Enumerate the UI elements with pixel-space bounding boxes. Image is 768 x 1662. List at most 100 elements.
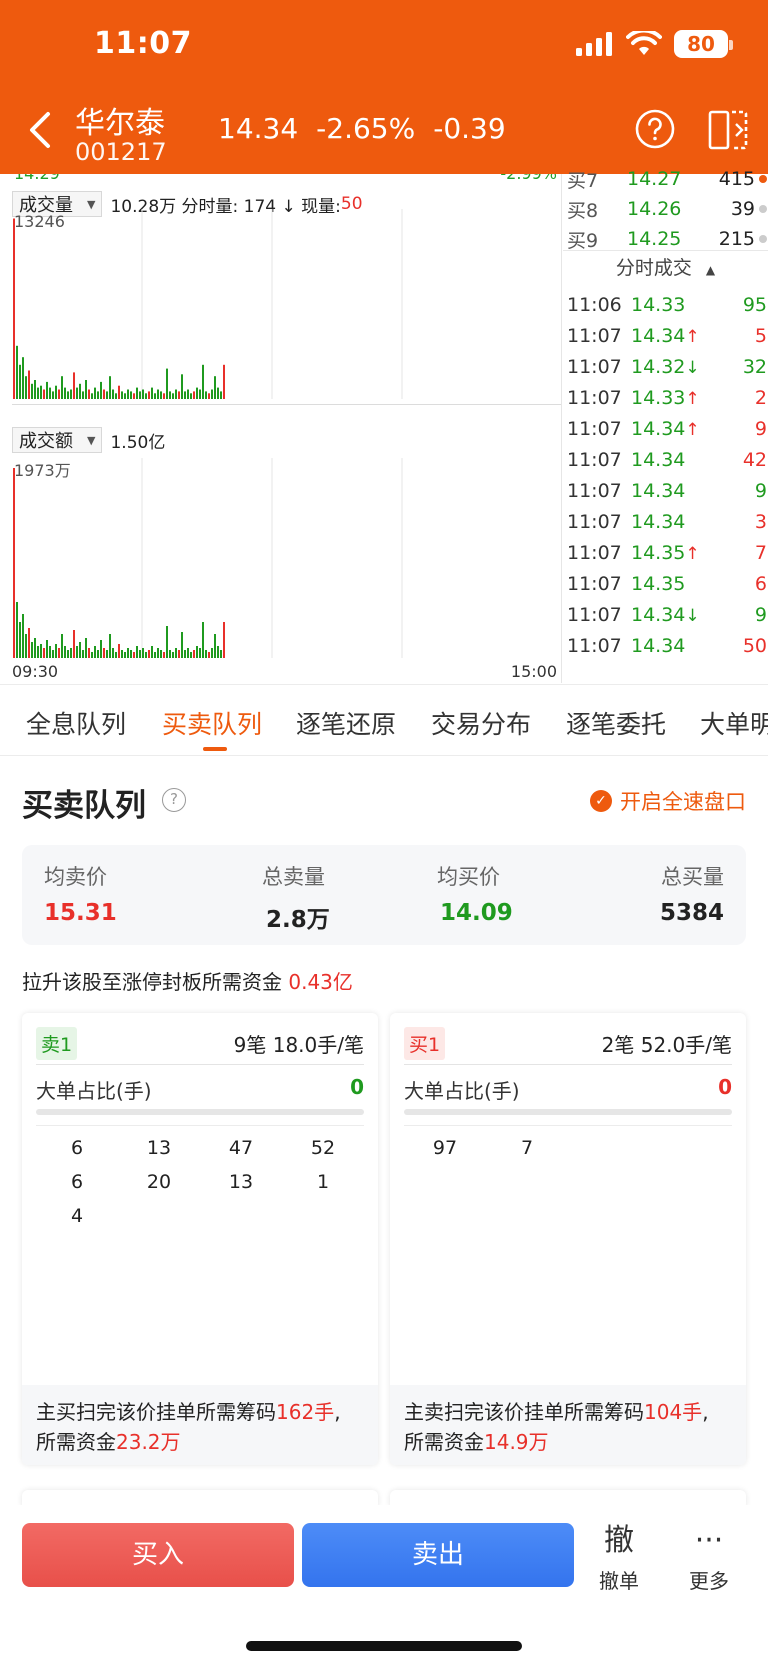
- volume-bar: [202, 622, 204, 658]
- orderbook-level: 买9: [567, 229, 599, 252]
- volume-bar: [163, 393, 165, 399]
- volume-bar: [70, 648, 72, 658]
- queue-order-volume: 6: [70, 1171, 84, 1193]
- total-sell-label: 总卖量: [262, 865, 325, 889]
- volume-bar: [121, 391, 123, 399]
- buy1-queue-card: 买1 2笔 52.0手/笔 大单占比(手) 0 97 7 主卖扫完该价挂单所需筹码…: [390, 1013, 746, 1465]
- trade-price: 14.34↑: [631, 418, 715, 440]
- volume-bar: [184, 391, 186, 399]
- volume-bar: [154, 393, 156, 399]
- volume-bar: [73, 372, 75, 399]
- volume-bar: [124, 652, 126, 658]
- orderbook-row[interactable]: 买8 14.26 39: [567, 194, 767, 224]
- trade-price: 14.33↑: [631, 387, 715, 409]
- sell-button[interactable]: 卖出: [302, 1523, 574, 1587]
- buy1-required-qty: 104手: [644, 1400, 703, 1424]
- volume-bar: [46, 640, 48, 658]
- orderbook-level: 买8: [567, 199, 599, 222]
- tab-full-queue[interactable]: 全息队列: [26, 705, 126, 741]
- orderbook-row[interactable]: 买7 14.27 415: [567, 164, 767, 194]
- volume-bar: [25, 376, 27, 399]
- volume-bar: [187, 648, 189, 658]
- side-panel: 买7 14.27 415 买8 14.26 39 买9 14.25 215 分时成交 ▲ 11:…: [563, 164, 768, 684]
- queue-order-volume: 13: [228, 1171, 254, 1193]
- help-icon[interactable]: [634, 108, 676, 150]
- volume-bar: [151, 387, 153, 399]
- trade-price-value: 14.34: [631, 480, 686, 502]
- volume-bar: [43, 648, 45, 658]
- sell1-footer: 主买扫完该价挂单所需筹码162手, 所需资金23.2万: [22, 1385, 378, 1465]
- volume-bar: [205, 391, 207, 399]
- tab-bid-ask-queue[interactable]: 买卖队列: [162, 705, 262, 741]
- panel-divider: [12, 404, 561, 405]
- volume-bar: [28, 370, 30, 399]
- volume-bar: [106, 391, 108, 399]
- volume-bar: [169, 650, 171, 658]
- switch-layout-icon[interactable]: [706, 108, 750, 152]
- sell1-required-qty: 162手: [276, 1400, 335, 1424]
- question-icon[interactable]: ?: [162, 788, 186, 812]
- trade-volume: 6: [754, 573, 767, 595]
- amount-indicator-select[interactable]: 成交额 ▼: [12, 427, 103, 453]
- volume-bar: [157, 389, 159, 399]
- buy1-footer: 主卖扫完该价挂单所需筹码104手, 所需资金14.9万: [390, 1385, 746, 1465]
- volume-bar: [64, 387, 66, 399]
- pct-axis-low: -2.99%: [500, 174, 557, 183]
- trade-price: 14.32↓: [631, 356, 715, 378]
- volume-panel: 13246: [13, 209, 403, 399]
- tab-tick-restore[interactable]: 逐笔还原: [296, 705, 396, 741]
- back-arrow-icon[interactable]: [20, 108, 60, 152]
- volume-bar: [52, 650, 54, 658]
- check-icon: ✓: [590, 790, 612, 812]
- enable-fast-quote-link[interactable]: ✓ 开启全速盘口: [590, 786, 746, 816]
- volume-bar: [217, 387, 219, 399]
- more-button[interactable]: ··· 更多: [674, 1523, 744, 1594]
- intraday-chart[interactable]: 14.29 -2.99% 成交量▼ 10.28万 分时量: 174 ↓ 现量: …: [0, 174, 562, 683]
- volume-bar: [184, 650, 186, 658]
- buy1-required-amount: 14.9万: [484, 1430, 549, 1454]
- volume-bar: [133, 393, 135, 399]
- tab-trade-distribution[interactable]: 交易分布: [431, 705, 531, 741]
- volume-bar: [91, 393, 93, 399]
- volume-bar: [94, 646, 96, 658]
- avg-sell-value: 15.31: [44, 900, 117, 926]
- card-header: 买1 2笔 52.0手/笔: [404, 1023, 732, 1065]
- trade-price: 14.35↑: [631, 542, 715, 564]
- volume-bar: [211, 648, 213, 658]
- wifi-icon: [626, 31, 662, 55]
- cancel-order-button[interactable]: 撤 撤单: [584, 1523, 654, 1594]
- volume-bar: [190, 652, 192, 658]
- chevron-down-icon: ▼: [87, 433, 96, 447]
- queue-order-volume: 13: [146, 1137, 172, 1159]
- volume-bar: [82, 391, 84, 399]
- trade-price-value: 14.35: [631, 542, 686, 564]
- active-tab-indicator: [203, 747, 227, 751]
- large-order-value: 0: [350, 1075, 364, 1099]
- trade-row: 11:07 14.34 9: [567, 476, 767, 506]
- volume-bar: [73, 630, 75, 658]
- volume-bar: [199, 648, 201, 658]
- queue-order-volume: 52: [310, 1137, 336, 1159]
- queue-summary: 均卖价 15.31 总卖量 2.8万 均买价 14.09 总买量 5384: [22, 845, 746, 945]
- volume-bar: [97, 391, 99, 399]
- orderbook-volume: 215: [718, 228, 755, 250]
- volume-bar: [22, 614, 24, 658]
- buy-button[interactable]: 买入: [22, 1523, 294, 1587]
- volume-bar: [79, 642, 81, 658]
- trade-row: 11:07 14.35↑ 7: [567, 538, 767, 568]
- trade-volume: 42: [742, 449, 767, 471]
- tab-large-orders[interactable]: 大单明: [700, 705, 768, 741]
- trade-price-value: 14.34: [631, 325, 686, 347]
- volume-bar: [175, 648, 177, 658]
- volume-bar: [193, 650, 195, 658]
- limit-up-capital-line: 拉升该股至涨停封板所需资金 0.43亿: [22, 970, 353, 994]
- tab-tick-orders[interactable]: 逐笔委托: [566, 705, 666, 741]
- volume-bar: [67, 650, 69, 658]
- orderbook-price: 14.27: [627, 168, 682, 190]
- volume-bar: [196, 646, 198, 658]
- volume-bar: [91, 652, 93, 658]
- volume-bar: [94, 387, 96, 399]
- volume-bar: [160, 650, 162, 658]
- trade-price-value: 14.33: [631, 294, 686, 316]
- trades-header[interactable]: 分时成交 ▲: [563, 250, 768, 286]
